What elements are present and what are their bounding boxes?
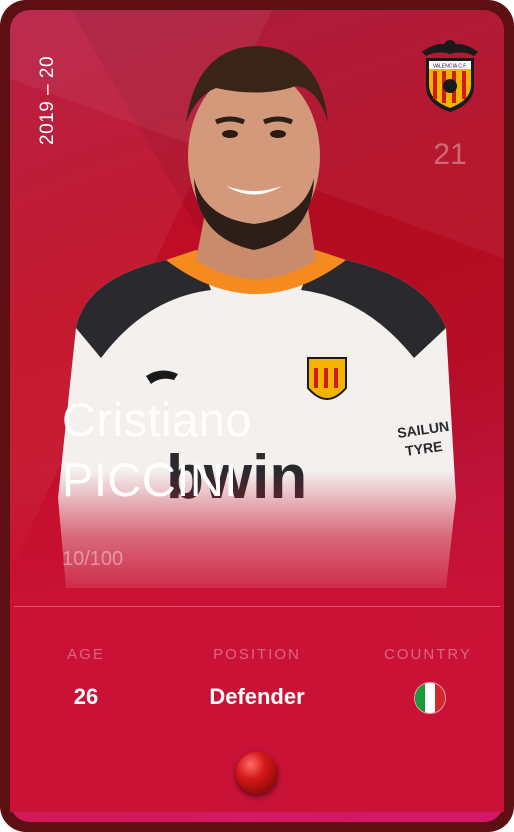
club-crest-icon: VALENCIA C.F. [422,40,478,112]
position-value: Defender [209,684,305,709]
rarity-gem-icon[interactable] [236,752,278,794]
jersey-number: 21 [433,138,467,171]
position-label: POSITION [213,646,301,663]
player-card[interactable]: bwin SAILUN TYRE 2019 – 20 VALENCIA C.F.… [0,0,514,832]
age-label: AGE [67,646,105,663]
player-last-name: PICCINI [62,453,238,506]
season-label: 2019 – 20 [37,55,58,145]
italy-flag-icon [414,682,446,714]
card-serial-number: 10/100 [62,548,124,570]
player-first-name: Cristiano [62,393,252,446]
age-value: 26 [73,684,99,709]
crest-text: VALENCIA C.F. [433,64,467,70]
country-label: COUNTRY [384,646,472,663]
divider [14,606,500,607]
